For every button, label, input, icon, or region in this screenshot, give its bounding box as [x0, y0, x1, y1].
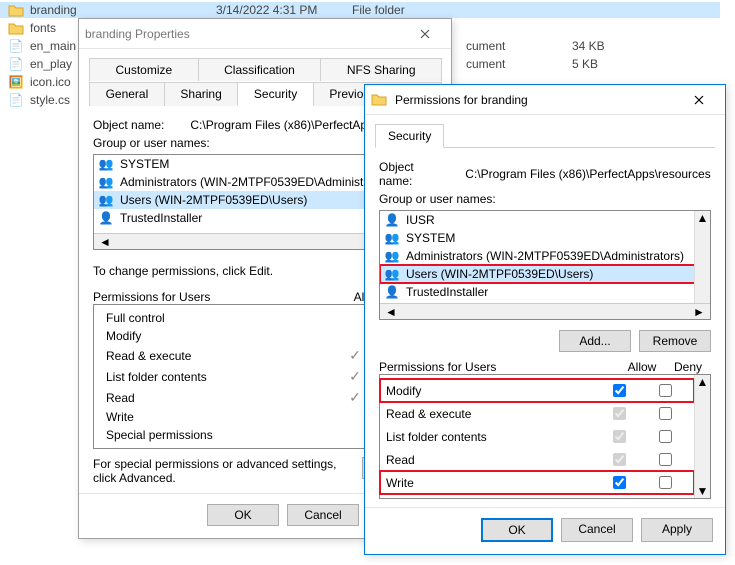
scroll-left-icon[interactable]: ◄	[98, 235, 112, 249]
deny-header: Deny	[665, 360, 711, 374]
file-kind: File folder	[352, 3, 720, 17]
scrollbar[interactable]	[402, 307, 688, 317]
edit-hint: To change permissions, click Edit.	[93, 264, 359, 278]
object-name-value: C:\Program Files (x86)\PerfectApps\resou…	[465, 167, 711, 181]
tab-security[interactable]: Security	[237, 82, 313, 106]
group-icon: 👥	[98, 174, 114, 190]
perm-row: Modify	[380, 379, 694, 402]
allow-checkbox[interactable]	[613, 407, 626, 420]
user-icon: 👤	[384, 212, 400, 228]
allow-checkbox[interactable]	[613, 476, 626, 489]
scroll-up-icon[interactable]: ▲	[696, 211, 710, 225]
list-item[interactable]: 👤IUSR	[380, 211, 710, 229]
perm-row: Write	[380, 471, 694, 494]
titlebar[interactable]: Permissions for branding	[365, 85, 725, 115]
file-name: style.cs	[30, 93, 70, 107]
file-row[interactable]: branding 3/14/2022 4:31 PM File folder	[0, 2, 720, 18]
group-icon: 👥	[384, 230, 400, 246]
scroll-down-icon[interactable]: ▼	[696, 484, 710, 498]
group-icon: 👥	[384, 266, 400, 282]
file-name: fonts	[30, 21, 56, 35]
document-icon: 📄	[8, 38, 24, 54]
group-icon: 👥	[98, 156, 114, 172]
allow-checkbox[interactable]	[613, 384, 626, 397]
scroll-left-icon[interactable]: ◄	[384, 305, 398, 319]
tab-general[interactable]: General	[89, 82, 165, 106]
close-button[interactable]	[679, 86, 719, 114]
close-button[interactable]	[405, 20, 445, 48]
tab-classification[interactable]: Classification	[198, 58, 322, 81]
tab-sharing[interactable]: Sharing	[164, 82, 239, 106]
perm-title: Permissions for Users	[379, 360, 496, 374]
advanced-hint: For special permissions or advanced sett…	[93, 457, 356, 485]
document-icon: 📄	[8, 56, 24, 72]
folder-icon	[8, 2, 24, 18]
tabs-row: Customize Classification NFS Sharing	[89, 57, 441, 81]
permissions-list: Modify Read & execute List folder conten…	[379, 374, 711, 499]
group-icon: 👥	[384, 248, 400, 264]
scroll-up-icon[interactable]: ▲	[696, 375, 710, 389]
list-item[interactable]: 👥Users (WIN-2MTPF0539ED\Users)	[380, 265, 710, 283]
ok-button[interactable]: OK	[481, 518, 553, 542]
ico-icon: 🖼️	[8, 74, 24, 90]
remove-button[interactable]: Remove	[639, 330, 711, 352]
allow-checkbox[interactable]	[613, 453, 626, 466]
user-list[interactable]: 👤IUSR 👥SYSTEM 👥Administrators (WIN-2MTPF…	[379, 210, 711, 320]
permissions-dialog: Permissions for branding Security Object…	[364, 84, 726, 555]
user-icon: 👤	[384, 284, 400, 300]
ok-button[interactable]: OK	[207, 504, 279, 526]
apply-button[interactable]: Apply	[641, 518, 713, 542]
deny-checkbox[interactable]	[659, 476, 672, 489]
group-names-label: Group or user names:	[379, 192, 711, 206]
file-date: 3/14/2022 4:31 PM	[216, 3, 346, 17]
allow-header: Allow	[619, 360, 665, 374]
add-button[interactable]: Add...	[559, 330, 631, 352]
tab-customize[interactable]: Customize	[89, 58, 199, 81]
perm-row: Read	[380, 448, 694, 471]
window-title: Permissions for branding	[395, 93, 679, 107]
deny-checkbox[interactable]	[659, 430, 672, 443]
file-size: 34 KB	[572, 39, 605, 53]
perm-row: Read & execute	[380, 402, 694, 425]
cancel-button[interactable]: Cancel	[561, 518, 633, 542]
folder-icon	[371, 92, 387, 108]
group-icon: 👥	[98, 192, 114, 208]
deny-checkbox[interactable]	[659, 384, 672, 397]
list-item[interactable]: 👤TrustedInstaller	[380, 283, 710, 301]
file-kind: cument	[466, 57, 566, 71]
list-item[interactable]: 👥SYSTEM	[380, 229, 710, 247]
scroll-right-icon[interactable]: ►	[692, 305, 706, 319]
user-icon: 👤	[98, 210, 114, 226]
perm-title: Permissions for Users	[93, 290, 210, 304]
allow-checkbox[interactable]	[613, 430, 626, 443]
css-icon: 📄	[8, 92, 24, 108]
window-title: branding Properties	[85, 27, 405, 41]
titlebar[interactable]: branding Properties	[79, 19, 451, 49]
list-item[interactable]: 👥Administrators (WIN-2MTPF0539ED\Adminis…	[380, 247, 710, 265]
cancel-button[interactable]: Cancel	[287, 504, 359, 526]
tab-nfs-sharing[interactable]: NFS Sharing	[320, 58, 442, 81]
perm-row: List folder contents	[380, 425, 694, 448]
file-size: 5 KB	[572, 57, 598, 71]
deny-checkbox[interactable]	[659, 407, 672, 420]
object-name-label: Object name:	[379, 160, 443, 188]
tabs-row: Security	[375, 123, 715, 148]
object-name-label: Object name:	[93, 118, 164, 132]
deny-checkbox[interactable]	[659, 453, 672, 466]
file-name: branding	[30, 3, 210, 17]
tab-security[interactable]: Security	[375, 124, 444, 148]
file-name: icon.ico	[30, 75, 71, 89]
file-kind: cument	[466, 39, 566, 53]
folder-icon	[8, 20, 24, 36]
